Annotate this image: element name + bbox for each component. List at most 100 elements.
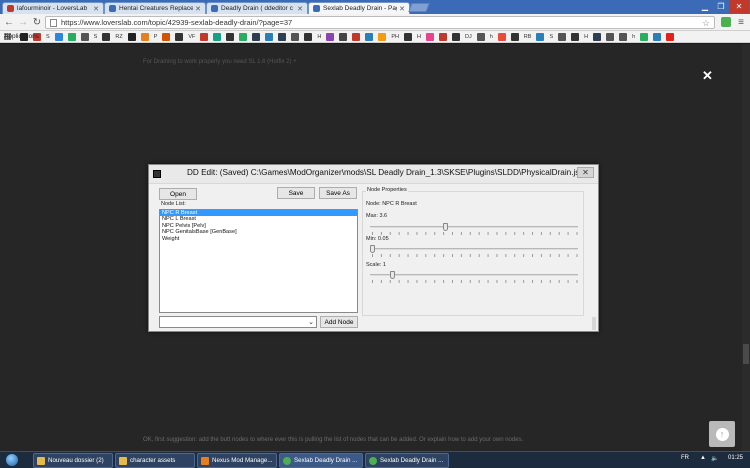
- shop-icon[interactable]: [640, 32, 649, 41]
- taskbar-item-folder-2[interactable]: character assets: [115, 453, 195, 468]
- dice-icon[interactable]: [291, 32, 300, 41]
- lock-icon[interactable]: [606, 32, 615, 41]
- taskbar-item-nmm[interactable]: Nexus Mod Manage...: [197, 453, 277, 468]
- start-button[interactable]: [1, 452, 23, 468]
- add-node-button[interactable]: Add Node: [320, 316, 358, 328]
- eye-icon[interactable]: [326, 32, 335, 41]
- s3-icon[interactable]: [536, 32, 545, 41]
- bookmark-label[interactable]: DJ: [465, 34, 472, 40]
- h2-icon[interactable]: [404, 32, 413, 41]
- page-scrollbar[interactable]: [742, 44, 750, 451]
- bookmark-label[interactable]: H: [317, 34, 321, 40]
- menu-icon[interactable]: ≡: [735, 16, 747, 28]
- grid-icon[interactable]: [339, 32, 348, 41]
- clock[interactable]: 01:25: [728, 455, 743, 461]
- yt-icon[interactable]: [666, 32, 675, 41]
- s2-icon[interactable]: [80, 32, 89, 41]
- skull-icon[interactable]: [226, 32, 235, 41]
- flame-icon[interactable]: [162, 32, 171, 41]
- bookmark-label[interactable]: S: [94, 34, 98, 40]
- bookmark-label[interactable]: S: [549, 34, 553, 40]
- tray-arrow-icon[interactable]: ▲: [700, 455, 706, 461]
- c-icon[interactable]: [439, 32, 447, 41]
- leaf-icon[interactable]: [67, 32, 76, 41]
- tab-lafourminoir[interactable]: lafourminoir - LoversLab ✕: [2, 2, 104, 14]
- tab-close-icon[interactable]: ✕: [399, 5, 405, 13]
- bookmark-label[interactable]: VF: [188, 34, 195, 40]
- bookmark-label[interactable]: P: [154, 34, 158, 40]
- g-icon[interactable]: [239, 32, 248, 41]
- volume-icon[interactable]: 🔈: [711, 455, 718, 462]
- bookmark-label[interactable]: H: [584, 34, 588, 40]
- box-icon[interactable]: [213, 32, 222, 41]
- new-tab-button[interactable]: [408, 3, 430, 12]
- bookmark-label[interactable]: S: [46, 34, 50, 40]
- e-icon[interactable]: [653, 32, 662, 41]
- dialog-close-icon[interactable]: ✕: [577, 167, 594, 178]
- h4-icon[interactable]: [571, 32, 580, 41]
- language-indicator[interactable]: FR: [681, 455, 689, 461]
- dark-icon[interactable]: [127, 32, 136, 41]
- vf-icon[interactable]: [175, 32, 184, 41]
- address-bar[interactable]: https://www.loverslab.com/topic/42939-se…: [45, 16, 715, 29]
- minimize-icon[interactable]: ▁: [697, 0, 713, 13]
- wp-icon[interactable]: [252, 32, 261, 41]
- open-button[interactable]: Open: [159, 188, 197, 200]
- bookmark-star-icon[interactable]: ☆: [702, 18, 710, 29]
- bookmark-label[interactable]: h: [490, 34, 493, 40]
- dialog-title-bar[interactable]: DD Edit: (Saved) C:\Games\ModOrganizer\m…: [149, 165, 598, 184]
- lightbox-close-icon[interactable]: ✕: [702, 68, 713, 84]
- maximize-icon[interactable]: ❐: [713, 0, 729, 13]
- o-icon[interactable]: [352, 32, 361, 41]
- max-slider-thumb[interactable]: [443, 223, 449, 231]
- tab-sexlab-deadly-drain[interactable]: Sexlab Deadly Drain - Pag ✕: [308, 2, 410, 14]
- star-icon[interactable]: [365, 32, 374, 41]
- bookmark-label[interactable]: H: [417, 34, 421, 40]
- reload-icon[interactable]: ↻: [31, 16, 43, 28]
- mail-icon[interactable]: [265, 32, 274, 41]
- list-item[interactable]: Weight: [160, 236, 357, 242]
- bat-icon[interactable]: [558, 32, 567, 41]
- forward-icon[interactable]: →: [17, 16, 29, 28]
- save-as-button[interactable]: Save As: [319, 187, 357, 199]
- ph-icon[interactable]: [378, 32, 387, 41]
- drop-icon[interactable]: [54, 32, 63, 41]
- h5-icon[interactable]: [619, 32, 628, 41]
- m-icon[interactable]: [200, 32, 209, 41]
- dj-icon[interactable]: [452, 32, 460, 41]
- tab-close-icon[interactable]: ✕: [297, 5, 303, 13]
- d-icon[interactable]: [278, 32, 287, 41]
- tab-close-icon[interactable]: ✕: [93, 5, 99, 13]
- scroll-to-top-button[interactable]: ↑: [709, 421, 735, 447]
- close-window-icon[interactable]: ✕: [729, 0, 749, 13]
- min-slider-thumb[interactable]: [370, 245, 375, 253]
- chevron-down-icon[interactable]: ⌄: [308, 318, 314, 326]
- back-icon[interactable]: ←: [3, 16, 15, 28]
- scroll-thumb[interactable]: [743, 344, 749, 364]
- bookmark-label[interactable]: h: [632, 34, 635, 40]
- lp-icon[interactable]: [593, 32, 602, 41]
- page-info-icon[interactable]: [50, 18, 57, 27]
- tab-deadly-drain[interactable]: Deadly Drain ( ddeditor c ✕: [206, 2, 308, 14]
- node-list[interactable]: NPC R Breast NPC L Breast NPC Pelvis [Pelv…: [159, 209, 358, 313]
- taskbar-item-folder-1[interactable]: Nouveau dossier (2): [33, 453, 113, 468]
- extension-icon[interactable]: [721, 17, 731, 27]
- taskbar-item-chrome-2[interactable]: Sexlab Deadly Drain ...: [365, 453, 449, 468]
- tab-hentai-creatures[interactable]: Hentai Creatures Replacer ✕: [104, 2, 206, 14]
- apps-shortcut[interactable]: Applications: [4, 33, 39, 40]
- bookmark-label[interactable]: RB: [524, 34, 532, 40]
- taskbar-item-chrome-1[interactable]: Sexlab Deadly Drain ...: [279, 453, 363, 468]
- rz-icon[interactable]: [102, 32, 111, 41]
- node-combo[interactable]: ⌄: [159, 316, 317, 328]
- pink-icon[interactable]: [426, 32, 434, 41]
- bookmark-label[interactable]: RZ: [115, 34, 122, 40]
- h-icon[interactable]: [304, 32, 313, 41]
- scale-slider-thumb[interactable]: [390, 271, 396, 279]
- save-button[interactable]: Save: [277, 187, 315, 199]
- rb-icon[interactable]: [510, 32, 519, 41]
- flag-icon[interactable]: [497, 32, 506, 41]
- h3-icon[interactable]: [476, 32, 485, 41]
- p-icon[interactable]: [140, 32, 149, 41]
- bookmark-label[interactable]: PH: [391, 34, 399, 40]
- dialog-scrollbar[interactable]: [592, 317, 596, 330]
